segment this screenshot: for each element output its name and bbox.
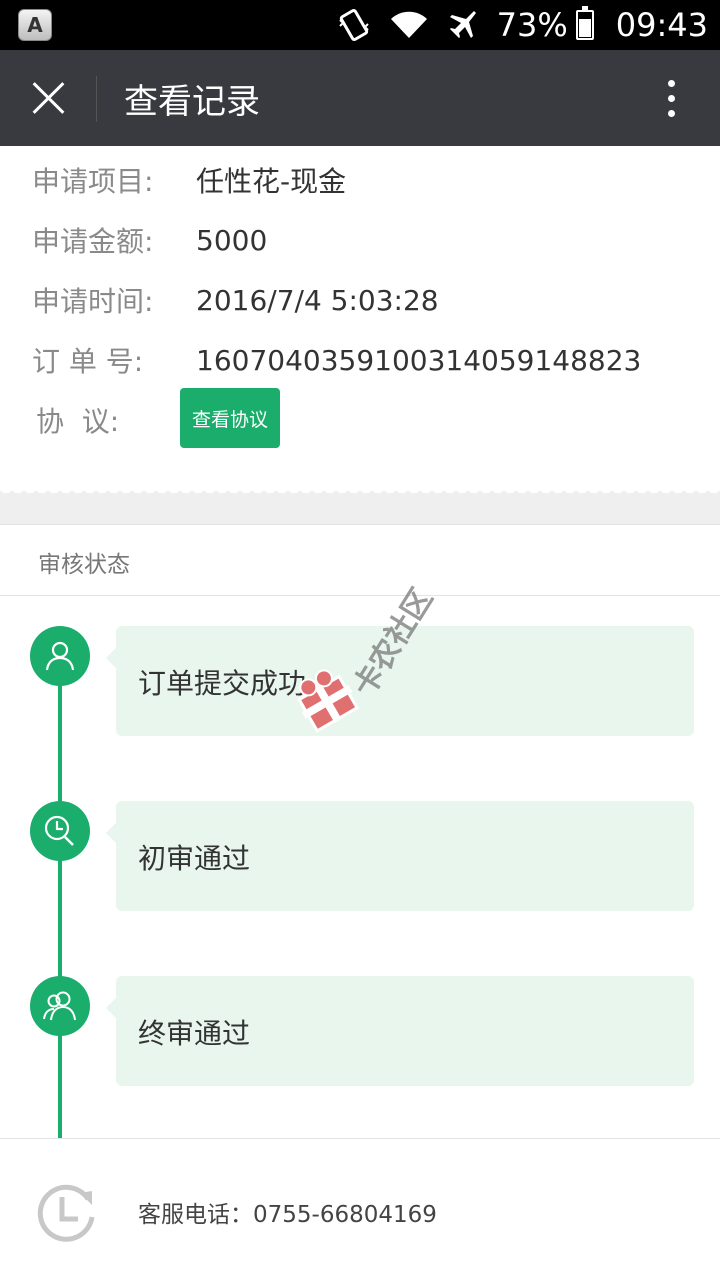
history-icon [37,1184,95,1242]
review-status-header: 审核状态 [0,524,720,596]
title-divider [96,76,97,122]
view-agreement-button[interactable]: 查看协议 [180,388,280,448]
info-value: 16070403591003140591488​23 [196,343,642,377]
info-value: 5000 [196,223,268,257]
info-label: 申请项目: [32,165,154,198]
timeline-step: 终审通过 [106,976,694,1086]
battery-percent: 73% [496,6,568,44]
timeline-step: 初审通过 [106,801,694,911]
info-label: 协 议: [36,405,120,438]
application-info: 申请项目: 任性花-现金 申请金额: 5000 申请时间: 2016/7/4 5… [0,146,720,496]
info-value: 2016/7/4 5:03:28 [196,283,439,317]
timeline-node [30,976,90,1036]
battery-icon [575,6,594,40]
timeline-node [30,626,90,686]
info-row-amount: 申请金额: 5000 [32,220,267,260]
timeline-line [58,656,62,1138]
status-indicators: 73% 09:43 [337,0,708,50]
section-title: 审核状态 [38,552,130,578]
status-timeline: 订单提交成功 初审通过 终审通过 [0,596,720,1138]
zigzag-edge [0,488,720,498]
customer-service-phone[interactable]: 客服电话：0755-66804169 [138,1195,437,1229]
vibrate-icon [338,8,369,42]
info-label: 订 单 号: [32,345,144,378]
info-row-order-number: 订 单 号: 16070403591003140591488​23 [32,340,641,380]
user-icon [45,641,75,671]
more-menu-icon[interactable] [664,78,680,120]
app-notification-icon: A [18,9,52,41]
step-label: 订单提交成功 [138,667,307,700]
page-title: 查看记录 [124,82,260,122]
airplane-icon [449,11,476,38]
title-bar: 查看记录 [0,50,720,146]
step-label: 终审通过 [138,1017,251,1050]
clock: 09:43 [615,6,708,44]
info-label: 申请时间: [32,285,154,318]
timeline-step: 订单提交成功 [106,626,694,736]
users-icon [43,991,76,1021]
close-icon[interactable] [28,78,68,118]
timeline-node [30,801,90,861]
info-row-time: 申请时间: 2016/7/4 5:03:28 [32,280,439,320]
info-row-agreement: 协 议: [36,400,200,440]
clock-search-icon [44,815,74,846]
info-value: 任性花-现金 [196,165,347,198]
status-bar: A 73% 09:43 [0,0,720,50]
info-row-project: 申请项目: 任性花-现金 [32,160,346,200]
info-label: 申请金额: [32,225,154,258]
wifi-icon [390,11,427,38]
footer: 客服电话：0755-66804169 [0,1138,720,1280]
step-label: 初审通过 [138,842,251,875]
